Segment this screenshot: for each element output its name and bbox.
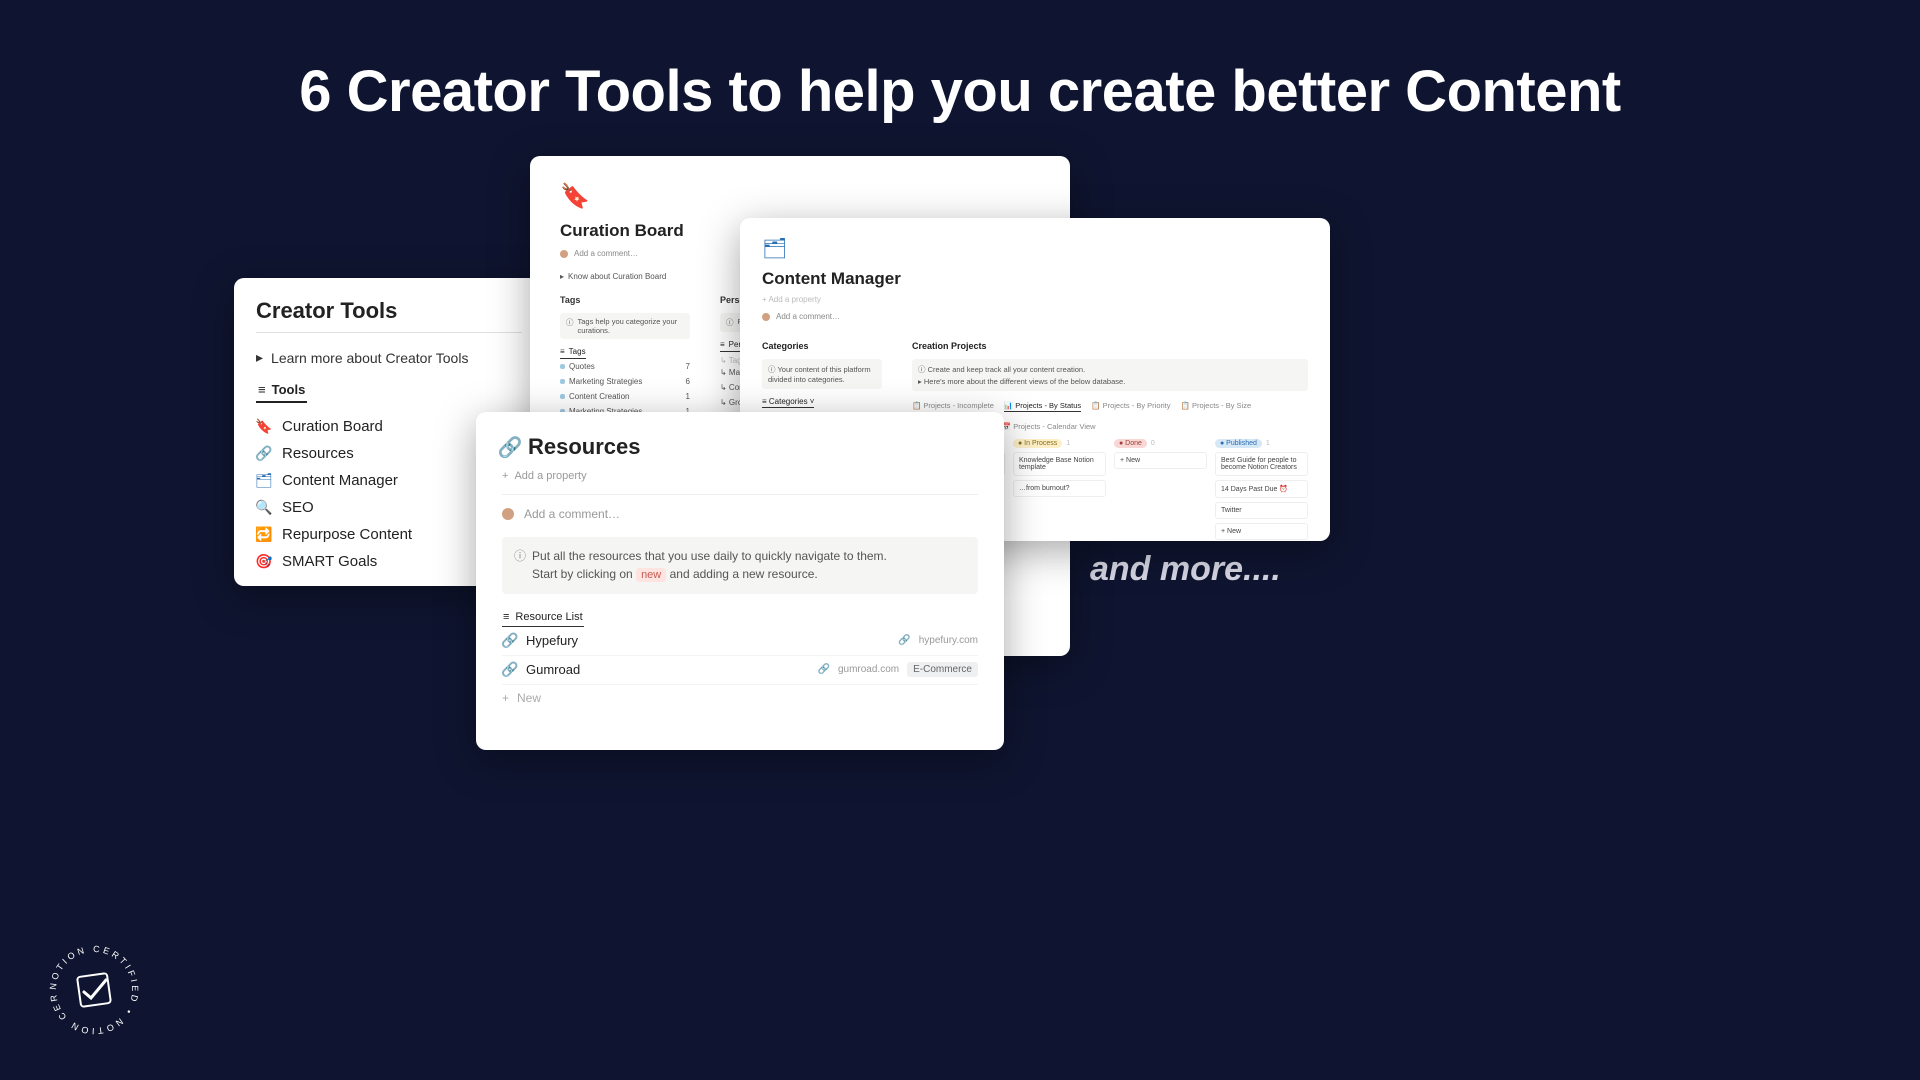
tool-label: Repurpose Content xyxy=(282,526,412,543)
archive-icon: 🗂 xyxy=(762,236,1308,261)
project-tab[interactable]: 📅 Projects - Calendar View xyxy=(1002,422,1096,431)
resource-badge: E-Commerce xyxy=(907,662,978,677)
board-card[interactable]: Twitter xyxy=(1215,502,1308,519)
plus-icon: + xyxy=(502,470,508,482)
add-property-row[interactable]: + Add a property xyxy=(762,295,1308,304)
content-title: Content Manager xyxy=(762,269,1308,289)
link-icon: 🔗 xyxy=(898,635,910,646)
learn-more-label: Learn more about Creator Tools xyxy=(271,350,468,366)
tool-icon: 🗂 xyxy=(256,473,272,489)
tags-heading: Tags xyxy=(560,295,690,305)
and-more-text: and more.... xyxy=(1090,550,1281,589)
project-tab[interactable]: 📋 Projects - Incomplete xyxy=(912,401,994,412)
chevron-right-icon: ▸ xyxy=(560,272,564,281)
avatar-icon xyxy=(560,250,568,258)
categories-tip: ⓘ Your content of this platform divided … xyxy=(762,359,882,389)
learn-more-toggle[interactable]: ▸ Learn more about Creator Tools xyxy=(256,343,522,372)
tool-label: Resources xyxy=(282,445,354,462)
chevron-right-icon: ▸ xyxy=(256,349,263,366)
tag-row[interactable]: Marketing Strategies6 xyxy=(560,374,690,389)
tool-label: Content Manager xyxy=(282,472,398,489)
tag-row[interactable]: Content Creation1 xyxy=(560,389,690,404)
status-pill: ● In Process xyxy=(1013,439,1062,448)
info-icon: ⓘ xyxy=(918,365,926,374)
project-tab[interactable]: 📋 Projects - By Size xyxy=(1181,401,1252,412)
resource-row[interactable]: 🔗 Hypefury 🔗 hypefury.com xyxy=(502,627,978,656)
list-icon: ≡ xyxy=(720,340,725,349)
info-icon: ⓘ xyxy=(768,365,776,374)
list-icon: ≡ xyxy=(503,611,509,623)
board-card[interactable]: + New xyxy=(1215,523,1308,540)
info-icon: ⓘ xyxy=(514,549,526,563)
board-column: ● Done0+ New xyxy=(1114,439,1207,540)
info-icon: ⓘ xyxy=(726,317,734,328)
resources-title: Resources xyxy=(528,434,641,460)
project-tab[interactable]: 📋 Projects - By Priority xyxy=(1091,401,1170,412)
projects-heading: Creation Projects xyxy=(912,341,1308,351)
resources-tip: ⓘPut all the resources that you use dail… xyxy=(502,537,978,594)
list-icon: ≡ xyxy=(258,382,266,397)
avatar-icon xyxy=(762,313,770,321)
know-label: Know about Curation Board xyxy=(568,272,666,281)
link-icon: 🔗 xyxy=(502,439,518,455)
categories-tab[interactable]: ≡ Categories ˅ xyxy=(762,397,814,408)
board-card[interactable]: Knowledge Base Notion template xyxy=(1013,452,1106,476)
tools-title: Creator Tools xyxy=(256,298,522,324)
new-resource-row[interactable]: + New xyxy=(502,685,978,711)
notion-certified-badge: NOTION CERTIFIED • NOTION CERTIFIED • xyxy=(44,940,144,1040)
project-tab[interactable]: 📊 Projects - By Status xyxy=(1004,401,1081,412)
avatar-icon xyxy=(502,508,514,520)
resources-panel: 🔗 Resources +Add a property Add a commen… xyxy=(476,412,1004,750)
tag-row[interactable]: Quotes7 xyxy=(560,359,690,374)
board-column: ● In Process1Knowledge Base Notion templ… xyxy=(1013,439,1106,540)
add-comment-placeholder: Add a comment… xyxy=(524,507,620,521)
link-icon: 🔗 xyxy=(502,662,518,678)
resource-list-tab[interactable]: ≡ Resource List xyxy=(502,608,584,627)
resource-name: Gumroad xyxy=(526,662,580,677)
categories-heading: Categories xyxy=(762,341,882,351)
board-column: ● Published1Best Guide for people to bec… xyxy=(1215,439,1308,540)
resource-name: Hypefury xyxy=(526,633,578,648)
svg-text:NOTION CERTIFIED • NOTION CERT: NOTION CERTIFIED • NOTION CERTIFIED • xyxy=(44,940,140,1036)
list-icon: ≡ xyxy=(560,347,565,356)
tool-icon: 🔗 xyxy=(256,446,272,462)
resource-url: gumroad.com xyxy=(838,664,899,675)
hero-title: 6 Creator Tools to help you create bette… xyxy=(0,58,1920,125)
add-comment-row[interactable]: Add a comment… xyxy=(762,312,1308,321)
tags-tab[interactable]: ≡Tags xyxy=(560,345,586,359)
board-card[interactable]: 14 Days Past Due ⏰ xyxy=(1215,480,1308,498)
tool-icon: 🔖 xyxy=(256,419,272,435)
status-pill: ● Done xyxy=(1114,439,1147,448)
resource-row[interactable]: 🔗 Gumroad 🔗 gumroad.com E-Commerce xyxy=(502,656,978,685)
board-card[interactable]: + New xyxy=(1114,452,1207,469)
info-icon: ⓘ xyxy=(566,317,574,335)
board-card[interactable]: …from burnout? xyxy=(1013,480,1106,497)
add-property-row[interactable]: +Add a property xyxy=(502,470,978,482)
bookmark-icon: 🔖 xyxy=(560,182,1040,211)
projects-tip: ⓘ Create and keep track all your content… xyxy=(912,359,1308,391)
resource-url: hypefury.com xyxy=(919,635,978,646)
plus-icon: + xyxy=(502,691,509,705)
tool-icon: 🔍 xyxy=(256,500,272,516)
add-comment-row[interactable]: Add a comment… xyxy=(502,507,978,521)
link-icon: 🔗 xyxy=(818,664,830,675)
board-card[interactable]: Best Guide for people to become Notion C… xyxy=(1215,452,1308,476)
tool-label: SEO xyxy=(282,499,314,516)
link-icon: 🔗 xyxy=(502,633,518,649)
tools-tab[interactable]: ≡ Tools xyxy=(256,378,307,403)
tools-tab-label: Tools xyxy=(272,382,306,397)
tool-label: Curation Board xyxy=(282,418,383,435)
new-tag: new xyxy=(636,568,666,582)
tool-label: SMART Goals xyxy=(282,553,377,570)
tool-icon: 🎯 xyxy=(256,554,272,570)
add-comment-placeholder: Add a comment… xyxy=(776,312,840,321)
status-pill: ● Published xyxy=(1215,439,1262,448)
add-comment-placeholder: Add a comment… xyxy=(574,249,638,258)
tags-tip: ⓘTags help you categorize your curations… xyxy=(560,313,690,339)
tool-icon: 🔁 xyxy=(256,527,272,543)
